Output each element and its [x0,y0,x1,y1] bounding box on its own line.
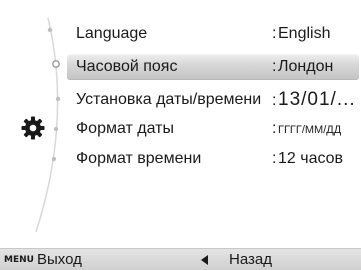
rail-dot [53,126,59,132]
back-button[interactable]: Назад [229,251,272,269]
menu-item-value: :English [272,25,331,42]
menu-item-language[interactable]: Language :English [67,21,359,47]
rail-dot [47,27,53,33]
menu-item-label: Формат времени [76,150,202,167]
menu-item-label: Формат даты [76,120,174,137]
rail-dot [55,96,61,102]
menu-item-label: Часовой пояс [76,58,178,75]
settings-screen: Language :English Часовой пояс :Лондон У… [0,0,361,270]
menu-item-time-format[interactable]: Формат времени :12 часов [67,146,359,172]
menu-item-value: :Лондон [272,58,334,75]
exit-button[interactable]: Выход [37,251,82,269]
left-arrow-icon [201,255,208,265]
menu-item-time-zone[interactable]: Часовой пояс :Лондон [67,54,359,80]
menu-item-date-format[interactable]: Формат даты : ГГГГ/ММ/ДД [67,116,359,142]
rail-dot [51,156,57,162]
menu-key-icon: MENU [4,255,34,265]
footer-bar: MENU Выход Назад [0,248,361,270]
menu-item-value: : ГГГГ/ММ/ДД [272,120,342,137]
menu-item-label: Установка даты/времени [76,91,262,108]
gear-icon [21,116,45,140]
menu-item-value: :12 часов [272,150,344,167]
menu-item-date-time-setup[interactable]: Установка даты/времени :13/01/... [67,87,359,113]
rail-dot-active [52,60,60,68]
menu-item-label: Language [76,25,148,42]
menu-item-value: :13/01/... [272,89,356,110]
